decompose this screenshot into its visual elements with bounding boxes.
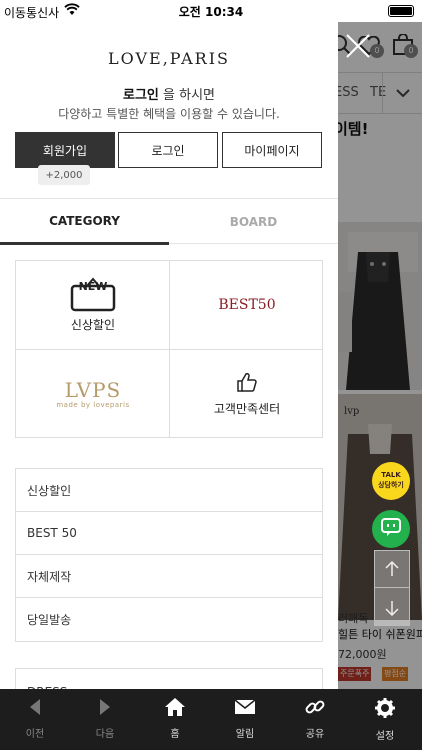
login-button[interactable]: 로그인 [118, 132, 218, 168]
toolbar-label: 설정 [375, 731, 395, 742]
grid-item-customer-center[interactable]: 고객만족센터 [170, 350, 324, 438]
mail-icon [234, 697, 256, 721]
clock: 오전 10:34 [178, 5, 244, 19]
lvps-logo: LVPS [64, 378, 122, 402]
status-bar: 이동통신사 오전 10:34 [0, 0, 422, 22]
close-drawer-button[interactable] [338, 28, 378, 68]
gear-icon [374, 697, 396, 723]
talk-sub-label: 상담하기 [378, 481, 404, 489]
scroll-up-icon[interactable] [375, 551, 409, 588]
talk-label: TALK [381, 471, 401, 479]
toolbar-label: 다음 [95, 729, 115, 740]
tab-board[interactable]: BOARD [169, 199, 338, 245]
lvps-tagline: made by loveparis [56, 401, 130, 409]
signup-button[interactable]: 회원가입 [15, 132, 115, 168]
grid-item-new[interactable]: NEW 신상할인 [16, 261, 170, 349]
tab-category[interactable]: CATEGORY [0, 199, 169, 245]
scroll-buttons [374, 550, 410, 626]
best50-logo: BEST50 [218, 297, 276, 313]
grid-item-lvps[interactable]: LVPS made by loveparis [16, 350, 170, 438]
login-prompt-rest: 을 하시면 [158, 88, 215, 103]
toolbar-back-button[interactable]: 이전 [0, 689, 70, 750]
kakao-talk-button[interactable]: TALK 상담하기 [372, 462, 410, 500]
toolbar-share-button[interactable]: 공유 [280, 689, 350, 750]
toolbar-label: 홈 [170, 729, 180, 740]
scroll-down-icon[interactable] [375, 589, 409, 626]
back-arrow-icon [28, 697, 42, 721]
menu-item-same-day[interactable]: 당일발송 [16, 598, 322, 641]
toolbar-label: 이전 [25, 729, 45, 740]
signup-point-badge: +2,000 [38, 165, 90, 185]
new-badge-text: NEW [78, 280, 108, 293]
menu-item-dress[interactable]: DRESS [16, 669, 322, 689]
thumbs-up-icon [236, 371, 258, 397]
chat-icon [381, 518, 401, 540]
toolbar-label: 알림 [235, 729, 255, 740]
category-menu-list-2: DRESS [15, 668, 323, 689]
toolbar-forward-button[interactable]: 다음 [70, 689, 140, 750]
home-icon [164, 697, 186, 721]
category-grid: NEW 신상할인 BEST50 LVPS made by loveparis 고… [15, 260, 323, 438]
chat-button[interactable] [372, 510, 410, 548]
menu-item-best50[interactable]: BEST 50 [16, 512, 322, 555]
toolbar-label: 공유 [305, 729, 325, 740]
brand-logo[interactable]: LOVE,PARIS [0, 49, 338, 68]
forward-arrow-icon [98, 697, 112, 721]
benefit-text: 다양하고 특별한 혜택을 이용할 수 있습니다. [58, 107, 280, 121]
login-prompt: 로그인 을 하시면 [0, 84, 338, 103]
close-icon [345, 33, 371, 63]
mypage-button[interactable]: 마이페이지 [222, 132, 322, 168]
category-menu-list: 신상할인 BEST 50 자체제작 당일발송 [15, 468, 323, 642]
login-prompt-bold: 로그인 [123, 88, 159, 103]
link-icon [304, 697, 326, 721]
grid-item-label: 신상할인 [70, 318, 116, 332]
toolbar-notification-button[interactable]: 알림 [210, 689, 280, 750]
menu-item-own-made[interactable]: 자체제작 [16, 555, 322, 598]
drawer-tabs: CATEGORY BOARD [0, 198, 338, 245]
side-drawer: LOVE,PARIS 로그인 을 하시면 다양하고 특별한 혜택을 이용할 수 … [0, 22, 338, 689]
grid-item-label: 고객만족센터 [213, 402, 281, 416]
bottom-toolbar: 이전 다음 홈 알림 공유 설정 [0, 689, 422, 750]
toolbar-settings-button[interactable]: 설정 [350, 689, 420, 750]
grid-item-best50[interactable]: BEST50 [170, 261, 324, 349]
menu-item-new-sale[interactable]: 신상할인 [16, 469, 322, 512]
battery-icon [388, 5, 414, 17]
toolbar-home-button[interactable]: 홈 [140, 689, 210, 750]
